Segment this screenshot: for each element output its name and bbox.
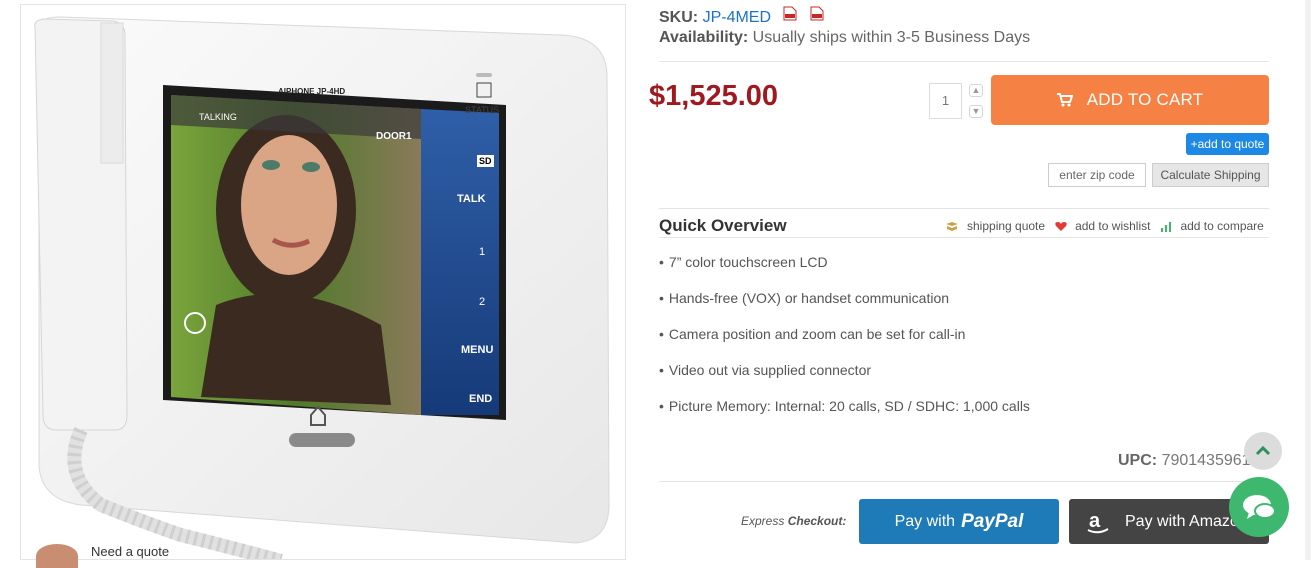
paypal-prefix: Pay with: [894, 512, 956, 530]
feature-item: • Video out via supplied connector: [659, 362, 872, 378]
sku-label: SKU:: [659, 9, 699, 26]
quantity-input[interactable]: 1: [929, 83, 962, 119]
upc-label: UPC:: [1118, 452, 1158, 469]
express-prefix: Express: [741, 514, 785, 528]
paypal-button[interactable]: Pay with PayPal: [859, 499, 1059, 544]
chevron-up-icon: [1255, 445, 1271, 456]
product-image[interactable]: AIPHONE JP-4HD STATUS TALKING DOOR1 SD T…: [20, 4, 626, 560]
live-chat-button[interactable]: [1229, 477, 1289, 537]
feature-text: Hands-free (VOX) or handset communicatio…: [668, 290, 950, 306]
feature-item: • Picture Memory: Internal: 20 calls, SD …: [659, 398, 1030, 414]
device-button-menu: MENU: [461, 344, 494, 356]
sku-line: SKU: JP-4MED: [659, 6, 824, 27]
feature-item: • 7” color touchscreen LCD: [659, 254, 828, 270]
amazon-icon: a: [1087, 510, 1109, 533]
shipping-quote-link[interactable]: shipping quote: [967, 219, 1045, 233]
availability-label: Availability:: [659, 29, 749, 46]
back-to-top-button[interactable]: [1244, 432, 1282, 470]
add-to-compare-link[interactable]: add to compare: [1180, 219, 1263, 233]
cart-icon: [1056, 93, 1073, 107]
device-talking-label: TALKING: [199, 112, 237, 122]
availability-value: Usually ships within 3-5 Business Days: [752, 29, 1031, 46]
add-to-cart-button[interactable]: ADD TO CART: [991, 75, 1269, 125]
heart-icon: [1055, 221, 1067, 231]
feature-text: Camera position and zoom can be set for …: [668, 326, 966, 342]
feature-text: Picture Memory: Internal: 20 calls, SD /…: [668, 398, 1030, 414]
express-bold: Checkout:: [787, 514, 847, 528]
bar-chart-icon: [1161, 221, 1172, 232]
availability-line: Availability: Usually ships within 3-5 B…: [659, 29, 1030, 47]
device-status-label: STATUS: [465, 105, 500, 115]
need-quote-text[interactable]: Need a quote: [91, 544, 169, 559]
feature-text: 7” color touchscreen LCD: [668, 254, 828, 270]
add-to-cart-label: ADD TO CART: [1086, 90, 1204, 109]
quantity-increment-button[interactable]: ▲: [969, 84, 983, 97]
device-button-end: END: [469, 393, 493, 405]
divider: [659, 61, 1269, 62]
zip-code-input[interactable]: enter zip code: [1048, 163, 1146, 187]
feature-item: • Hands-free (VOX) or handset communicati…: [659, 290, 950, 306]
quick-overview-title: Quick Overview: [659, 216, 787, 235]
device-button-1: 1: [479, 246, 486, 258]
product-price: $1,525.00: [649, 80, 779, 112]
feature-item: • Camera position and zoom can be set for…: [659, 326, 966, 342]
chat-bubble-icon: [1243, 495, 1276, 519]
avatar: [36, 544, 78, 568]
divider: [659, 237, 1269, 238]
device-sd-label: SD: [477, 155, 494, 167]
device-brand-text: AIPHONE JP-4HD: [278, 87, 346, 96]
quantity-decrement-button[interactable]: ▼: [969, 105, 983, 118]
pdf-icon[interactable]: [810, 6, 824, 21]
scrollbar[interactable]: [1305, 0, 1311, 560]
divider: [659, 208, 1269, 209]
express-checkout-label: Express Checkout:: [741, 514, 846, 528]
pdf-icon[interactable]: [783, 6, 797, 21]
feature-text: Video out via supplied connector: [668, 362, 872, 378]
divider: [659, 481, 1269, 482]
overview-links: shipping quote add to wishlist add to co…: [945, 219, 1274, 233]
device-button-talk: TALK: [457, 193, 486, 205]
sku-value: JP-4MED: [702, 9, 772, 26]
add-to-wishlist-link[interactable]: add to wishlist: [1075, 219, 1150, 233]
device-door-label: DOOR1: [376, 131, 412, 142]
device-button-2: 2: [479, 296, 486, 308]
truck-icon: [946, 221, 958, 231]
paypal-logo: PayPal: [961, 510, 1024, 532]
svg-text:a: a: [1089, 510, 1101, 532]
add-to-quote-button[interactable]: +add to quote: [1186, 133, 1269, 155]
calculate-shipping-button[interactable]: Calculate Shipping: [1152, 163, 1269, 187]
